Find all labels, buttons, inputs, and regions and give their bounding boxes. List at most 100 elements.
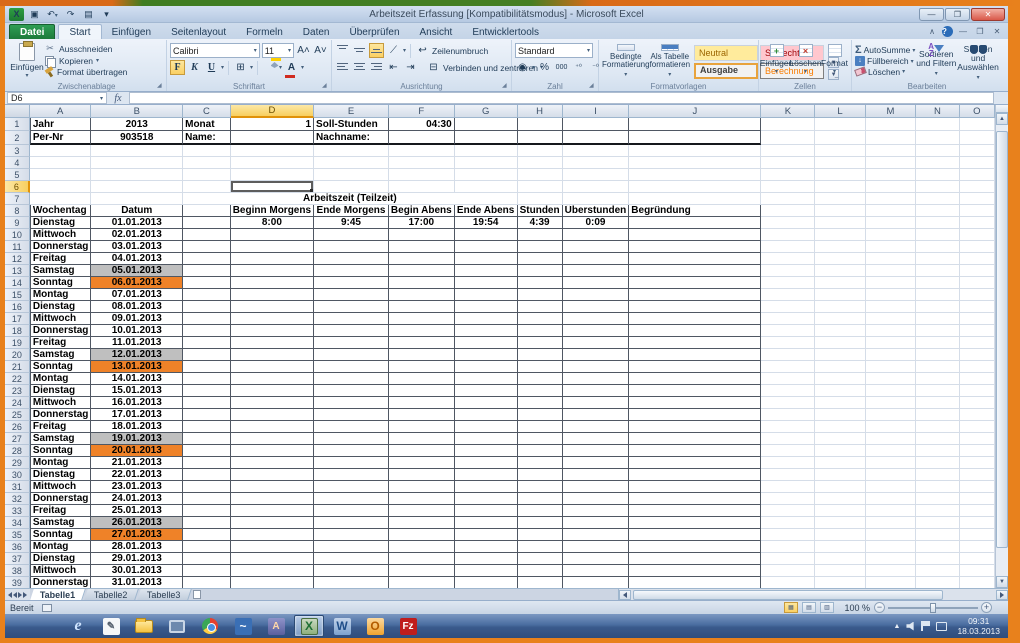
cell-I20[interactable] <box>562 349 630 361</box>
cell-H15[interactable] <box>517 289 563 301</box>
row-header-20[interactable]: 20 <box>5 349 30 361</box>
font-name-select[interactable]: Calibri ▾ <box>170 43 260 58</box>
cell-A24[interactable]: Mittwoch <box>29 397 92 409</box>
font-size-select[interactable]: 11 ▾ <box>261 43 294 58</box>
sort-filter-button[interactable]: AZ Sortieren und Filtern ▾ <box>915 42 957 79</box>
cell-B25[interactable]: 17.01.2013 <box>91 409 184 421</box>
cell-M29[interactable] <box>865 457 917 469</box>
cell-H20[interactable] <box>517 349 563 361</box>
cell-D17[interactable] <box>230 313 315 325</box>
cells-format-button[interactable]: Format ▾ <box>820 42 849 79</box>
cell-K37[interactable] <box>761 553 816 565</box>
cell-I30[interactable] <box>562 469 630 481</box>
cell-H27[interactable] <box>517 433 563 445</box>
cell-K2[interactable] <box>761 131 816 145</box>
cell-I23[interactable] <box>562 385 630 397</box>
cell-O32[interactable] <box>959 493 995 505</box>
cell-B29[interactable]: 21.01.2013 <box>91 457 184 469</box>
select-all-corner[interactable] <box>5 105 30 118</box>
cell-N22[interactable] <box>916 373 960 385</box>
cell-D16[interactable] <box>230 301 315 313</box>
cell-E32[interactable] <box>314 493 389 505</box>
cell-G26[interactable] <box>454 421 518 433</box>
cell-A26[interactable]: Freitag <box>29 421 92 433</box>
undo-icon[interactable]: ↶▾ <box>45 8 60 21</box>
cell-N19[interactable] <box>916 337 960 349</box>
cell-B38[interactable]: 30.01.2013 <box>91 565 184 577</box>
cell-K3[interactable] <box>761 145 816 157</box>
cell-M24[interactable] <box>865 397 917 409</box>
cell-A6[interactable] <box>29 181 92 193</box>
cell-D11[interactable] <box>230 241 315 253</box>
cell-F34[interactable] <box>388 517 455 529</box>
cell-E24[interactable] <box>314 397 389 409</box>
cell-D14[interactable] <box>230 277 315 289</box>
row-header-19[interactable]: 19 <box>5 337 30 349</box>
cell-I11[interactable] <box>562 241 630 253</box>
cell-D30[interactable] <box>230 469 315 481</box>
cell-A7[interactable] <box>29 193 92 205</box>
cell-F30[interactable] <box>388 469 455 481</box>
row-header-28[interactable]: 28 <box>5 445 30 457</box>
cell-I17[interactable] <box>562 313 630 325</box>
cell-F38[interactable] <box>388 565 455 577</box>
excel-app-icon[interactable]: X <box>9 7 24 21</box>
cell-L35[interactable] <box>815 529 866 541</box>
cell-K13[interactable] <box>761 265 816 277</box>
cell-M3[interactable] <box>865 145 917 157</box>
cell-M8[interactable] <box>865 205 917 217</box>
row-header-7[interactable]: 7 <box>5 193 30 205</box>
cell-J32[interactable] <box>629 493 762 505</box>
cell-O11[interactable] <box>959 241 995 253</box>
cell-I28[interactable] <box>562 445 630 457</box>
restore-button[interactable]: ❐ <box>945 7 970 21</box>
cell-K14[interactable] <box>761 277 816 289</box>
column-header-D[interactable]: D <box>230 105 315 118</box>
merge-center-icon[interactable]: ⊟ <box>426 60 441 75</box>
cell-M2[interactable] <box>865 131 917 145</box>
cell-O16[interactable] <box>959 301 995 313</box>
cell-D8[interactable]: Beginn Morgens <box>230 205 315 217</box>
cell-E19[interactable] <box>314 337 389 349</box>
row-header-18[interactable]: 18 <box>5 325 30 337</box>
cell-M37[interactable] <box>865 553 917 565</box>
cell-J16[interactable] <box>629 301 762 313</box>
cell-L2[interactable] <box>815 131 866 145</box>
cell-O21[interactable] <box>959 361 995 373</box>
cell-E20[interactable] <box>314 349 389 361</box>
cell-K31[interactable] <box>761 481 816 493</box>
cell-L13[interactable] <box>815 265 866 277</box>
cell-N32[interactable] <box>916 493 960 505</box>
cell-N36[interactable] <box>916 541 960 553</box>
cell-K4[interactable] <box>761 157 816 169</box>
cell-L12[interactable] <box>815 253 866 265</box>
cell-E36[interactable] <box>314 541 389 553</box>
cell-O2[interactable] <box>959 131 995 145</box>
cell-M31[interactable] <box>865 481 917 493</box>
cell-G35[interactable] <box>454 529 518 541</box>
last-sheet-icon[interactable] <box>23 591 27 598</box>
column-header-E[interactable]: E <box>314 105 389 118</box>
cell-H22[interactable] <box>517 373 563 385</box>
cell-O10[interactable] <box>959 229 995 241</box>
cell-C33[interactable] <box>183 505 231 517</box>
column-header-F[interactable]: F <box>388 105 455 118</box>
first-sheet-icon[interactable] <box>8 591 12 598</box>
number-format-select[interactable]: Standard ▾ <box>515 43 593 58</box>
cell-J31[interactable] <box>629 481 762 493</box>
cell-L16[interactable] <box>815 301 866 313</box>
cell-K39[interactable] <box>761 577 816 588</box>
cell-N4[interactable] <box>916 157 960 169</box>
taskbar-computer-icon[interactable] <box>162 615 192 637</box>
cell-F16[interactable] <box>388 301 455 313</box>
cell-G17[interactable] <box>454 313 518 325</box>
cell-B28[interactable]: 20.01.2013 <box>91 445 184 457</box>
cell-M39[interactable] <box>866 577 917 588</box>
cell-N9[interactable] <box>916 217 960 229</box>
cell-O28[interactable] <box>959 445 995 457</box>
cell-F1[interactable]: 04:30 <box>388 118 455 131</box>
cell-G39[interactable] <box>455 577 518 588</box>
cell-I15[interactable] <box>562 289 630 301</box>
column-header-J[interactable]: J <box>629 105 762 118</box>
cell-N21[interactable] <box>916 361 960 373</box>
